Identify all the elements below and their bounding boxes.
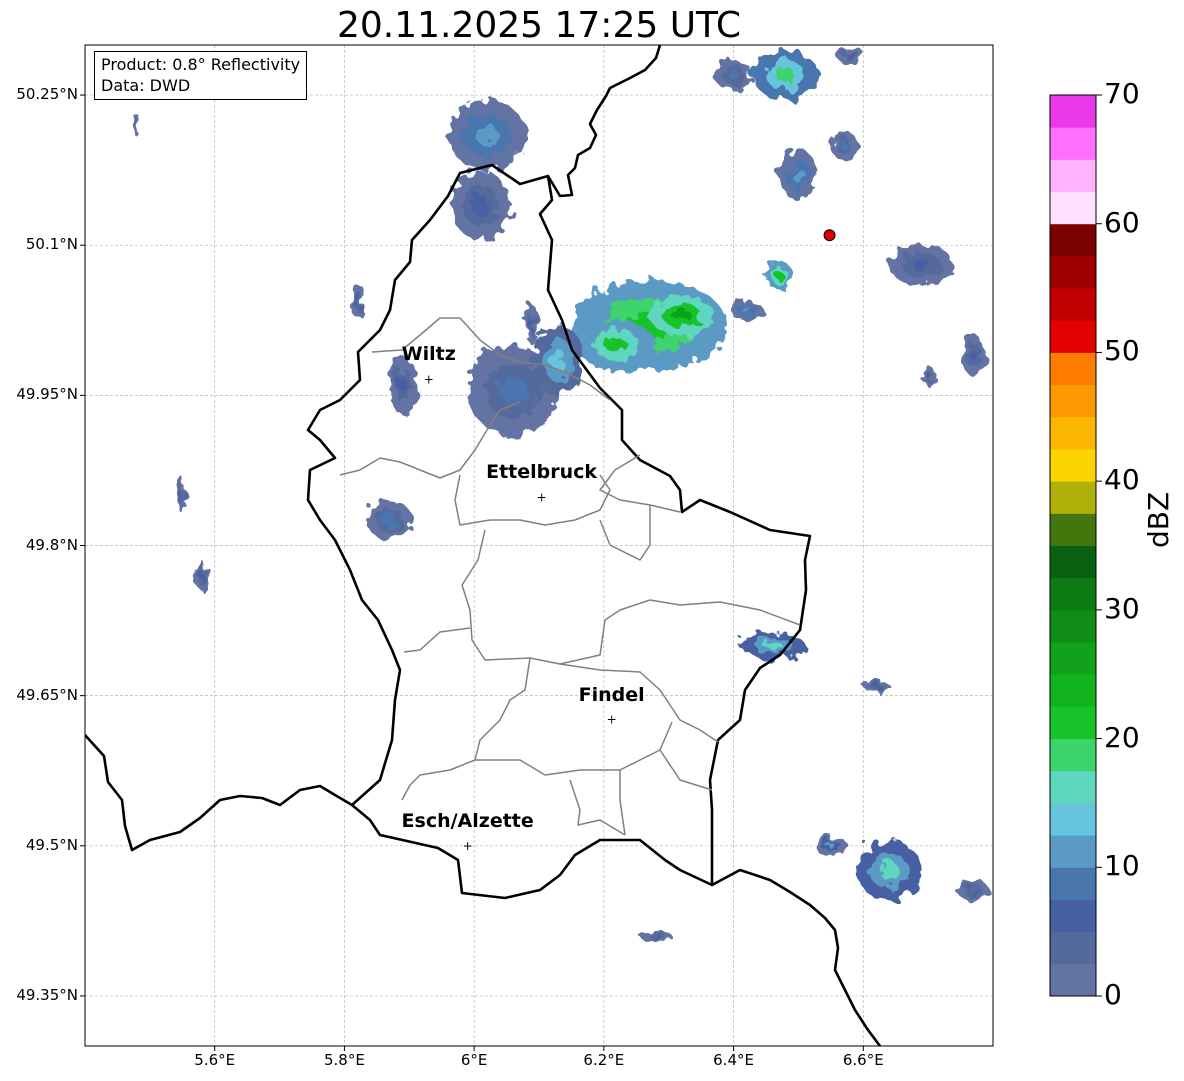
colorbar-segment [1050, 802, 1096, 836]
product-info-box: Product: 0.8° Reflectivity Data: DWD [94, 51, 308, 100]
colorbar-segment [1050, 320, 1096, 353]
colorbar-segment [1050, 127, 1096, 160]
colorbar-tick-label: 70 [1104, 77, 1140, 110]
lon-tick-label: 6.2°E [583, 1051, 625, 1069]
data-source-label: Data: DWD [101, 76, 191, 95]
product-label: Product: 0.8° Reflectivity [101, 55, 301, 74]
colorbar-label: dBZ [1142, 491, 1175, 548]
colorbar-segment [1050, 931, 1096, 965]
echo-cell-core [968, 887, 979, 894]
city-label: Findel [578, 683, 645, 706]
colorbar-segment [1050, 352, 1096, 386]
echo-cell-core [969, 349, 978, 362]
echo-cell-core [825, 842, 836, 849]
echo-cell-core [475, 124, 499, 146]
echo-cell-core [846, 52, 855, 59]
lat-tick-label: 49.8°N [25, 535, 78, 554]
colorbar-segment [1050, 770, 1096, 804]
colorbar-segment [1050, 899, 1096, 933]
lat-tick-label: 49.65°N [16, 685, 78, 704]
lon-tick-label: 5.8°E [324, 1051, 365, 1069]
colorbar-segment [1050, 255, 1096, 289]
radar-site-marker [823, 229, 836, 242]
colorbar-segment [1050, 159, 1096, 193]
colorbar-segment [1050, 513, 1096, 546]
echo-cell-core [839, 140, 848, 150]
echo-cell-core [727, 70, 740, 80]
city-label: Wiltz [401, 343, 456, 366]
colorbar-segment [1050, 95, 1096, 128]
city-markers: + + + + [424, 372, 617, 852]
colorbar-segment [1050, 963, 1096, 997]
lon-tick-label: 6.4°E [713, 1051, 754, 1069]
echo-cell-core [741, 307, 752, 314]
colorbar-segment [1050, 416, 1096, 450]
lat-tick-label: 50.1°N [25, 235, 78, 254]
border-france-belgium [85, 734, 353, 852]
colorbar-segment [1050, 191, 1096, 225]
city-label: Ettelbruck [486, 461, 598, 484]
colorbar-segment [1050, 674, 1096, 707]
lat-tick-label: 50.25°N [16, 85, 78, 104]
echo-cell-core [383, 514, 397, 527]
graticule [85, 45, 993, 1046]
echo-cell-core [671, 309, 692, 322]
colorbar-tick-label: 40 [1104, 463, 1140, 497]
lat-tick-label: 49.35°N [16, 985, 78, 1004]
lon-tick-label: 5.6°E [194, 1051, 236, 1069]
city-marker: + [424, 372, 434, 386]
lat-tick-label: 49.95°N [16, 385, 78, 404]
radar-echoes [134, 45, 990, 941]
echo-cell-core [499, 376, 527, 404]
lon-tick-label: 6.6°E [842, 1051, 884, 1069]
colorbar-segment [1050, 545, 1096, 579]
echo-cell-core [136, 121, 138, 129]
colorbar-segment [1050, 288, 1096, 321]
radar-site-dot [823, 229, 836, 242]
echo-cell-core [775, 67, 796, 83]
colorbar-segment [1050, 609, 1096, 643]
echo-cell-core [650, 934, 661, 938]
echo-cell-core [355, 294, 359, 306]
colorbar-tick-label: 30 [1104, 591, 1140, 625]
colorbar-tick-label: 60 [1104, 205, 1140, 239]
echo-cell-core [872, 683, 881, 688]
lon-tick-label: 6°E [460, 1051, 488, 1069]
echo-cell-core [762, 641, 783, 650]
colorbar-segment [1050, 867, 1096, 900]
echo-cell-core [605, 337, 629, 353]
city-label: Esch/Alzette [401, 809, 534, 832]
echo-cell-core [775, 270, 783, 280]
colorbar-segment [1050, 835, 1096, 868]
colorbar [1049, 94, 1102, 997]
echo-cell-core [530, 319, 535, 332]
echo-cell-core [180, 490, 184, 501]
colorbar-segment [1050, 642, 1096, 675]
colorbar-segment [1050, 448, 1096, 482]
colorbar-tick-label: 10 [1104, 849, 1140, 883]
city-marker: + [537, 490, 547, 504]
echo-cell-core [398, 376, 407, 395]
echo-cell-core [879, 861, 899, 880]
colorbar-segment [1050, 223, 1096, 257]
echo-cell-core [200, 571, 204, 581]
colorbar-segment [1050, 706, 1096, 740]
colorbar-segment [1050, 481, 1096, 514]
echo-cell-core [926, 372, 931, 379]
colorbar-tick-label: 0 [1104, 978, 1122, 1011]
colorbar-segment [1050, 384, 1096, 418]
echo-cell-core [471, 194, 490, 216]
radar-map: + + + + [80, 44, 1102, 1051]
city-marker: + [463, 839, 473, 853]
lat-tick-label: 49.5°N [25, 835, 78, 854]
echo-cell-core [911, 259, 932, 272]
echo-cell-core [792, 167, 805, 183]
colorbar-tick-label: 50 [1104, 334, 1140, 368]
colorbar-tick-label: 20 [1104, 720, 1140, 754]
colorbar-segment [1050, 738, 1096, 772]
border-germany-south [711, 868, 882, 1046]
colorbar-segment [1050, 577, 1096, 611]
city-marker: + [607, 713, 617, 727]
